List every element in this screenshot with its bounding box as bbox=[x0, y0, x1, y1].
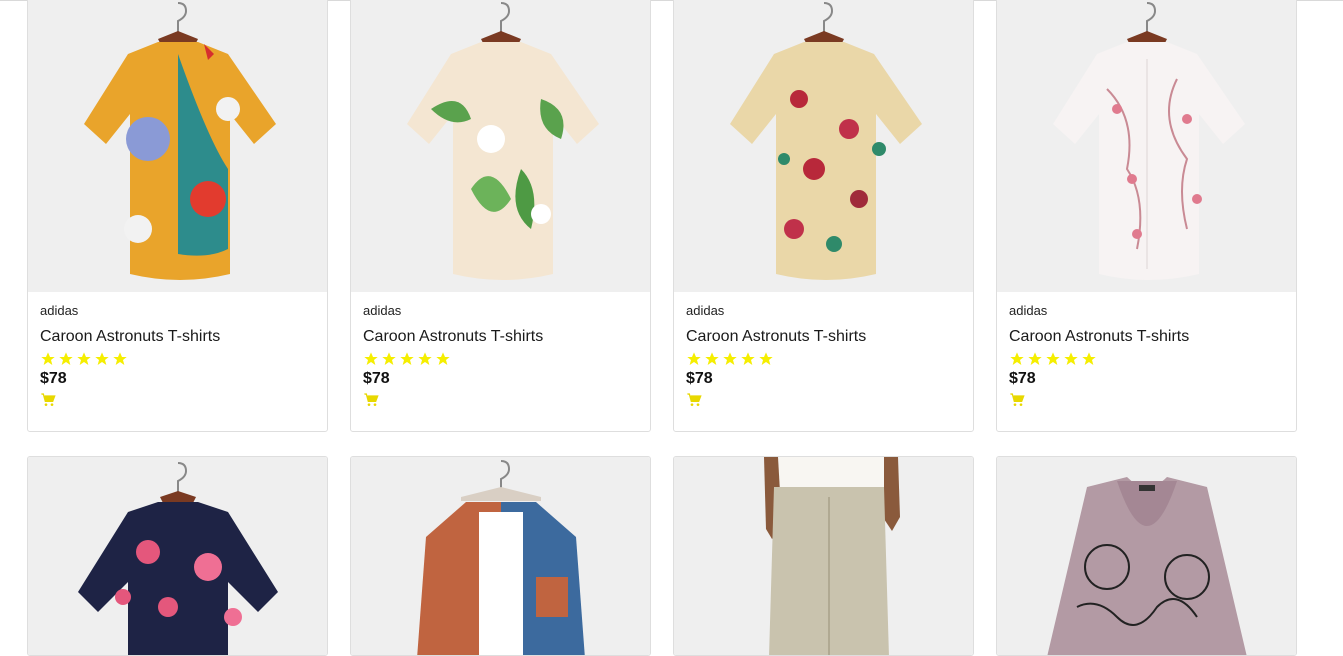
star-icon bbox=[723, 352, 737, 365]
product-name[interactable]: Caroon Astronuts T-shirts bbox=[686, 326, 973, 348]
star-icon bbox=[41, 352, 55, 365]
product-card[interactable] bbox=[673, 456, 974, 656]
product-image[interactable] bbox=[674, 0, 973, 292]
star-icon bbox=[400, 352, 414, 365]
cart-icon[interactable] bbox=[40, 392, 56, 408]
product-name[interactable]: Caroon Astronuts T-shirts bbox=[363, 326, 650, 348]
product-image[interactable] bbox=[28, 457, 327, 655]
star-icon bbox=[95, 352, 109, 365]
product-brand: adidas bbox=[363, 303, 402, 318]
product-card[interactable]: adidas Caroon Astronuts T-shirts $78 bbox=[27, 0, 328, 432]
product-card[interactable] bbox=[350, 456, 651, 656]
rating-stars bbox=[686, 351, 973, 369]
star-icon bbox=[1028, 352, 1042, 365]
star-icon bbox=[1046, 352, 1060, 365]
cart-icon[interactable] bbox=[363, 392, 379, 408]
product-name[interactable]: Caroon Astronuts T-shirts bbox=[40, 326, 327, 348]
product-brand: adidas bbox=[686, 303, 725, 318]
product-card[interactable]: adidas Caroon Astronuts T-shirts $78 bbox=[673, 0, 974, 432]
star-icon bbox=[687, 352, 701, 365]
product-image[interactable] bbox=[997, 0, 1296, 292]
rating-stars bbox=[1009, 351, 1296, 369]
product-brand: adidas bbox=[40, 303, 79, 318]
product-image[interactable] bbox=[351, 457, 650, 655]
product-image[interactable] bbox=[351, 0, 650, 292]
cart-icon[interactable] bbox=[1009, 392, 1025, 408]
product-price: $78 bbox=[40, 370, 67, 387]
product-card[interactable]: adidas Caroon Astronuts T-shirts $78 bbox=[350, 0, 651, 432]
product-image[interactable] bbox=[674, 457, 973, 655]
product-image[interactable] bbox=[28, 0, 327, 292]
star-icon bbox=[759, 352, 773, 365]
rating-stars bbox=[363, 351, 650, 369]
rating-stars bbox=[40, 351, 327, 369]
star-icon bbox=[364, 352, 378, 365]
product-card[interactable]: adidas Caroon Astronuts T-shirts $78 bbox=[996, 0, 1297, 432]
star-icon bbox=[382, 352, 396, 365]
star-icon bbox=[705, 352, 719, 365]
star-icon bbox=[418, 352, 432, 365]
product-price: $78 bbox=[363, 370, 390, 387]
product-price: $78 bbox=[686, 370, 713, 387]
product-image[interactable] bbox=[997, 457, 1296, 655]
star-icon bbox=[77, 352, 91, 365]
star-icon bbox=[1064, 352, 1078, 365]
star-icon bbox=[1010, 352, 1024, 365]
product-card[interactable] bbox=[996, 456, 1297, 656]
product-card[interactable] bbox=[27, 456, 328, 656]
star-icon bbox=[741, 352, 755, 365]
star-icon bbox=[113, 352, 127, 365]
cart-icon[interactable] bbox=[686, 392, 702, 408]
star-icon bbox=[59, 352, 73, 365]
star-icon bbox=[436, 352, 450, 365]
product-price: $78 bbox=[1009, 370, 1036, 387]
product-name[interactable]: Caroon Astronuts T-shirts bbox=[1009, 326, 1296, 348]
product-brand: adidas bbox=[1009, 303, 1048, 318]
star-icon bbox=[1082, 352, 1096, 365]
